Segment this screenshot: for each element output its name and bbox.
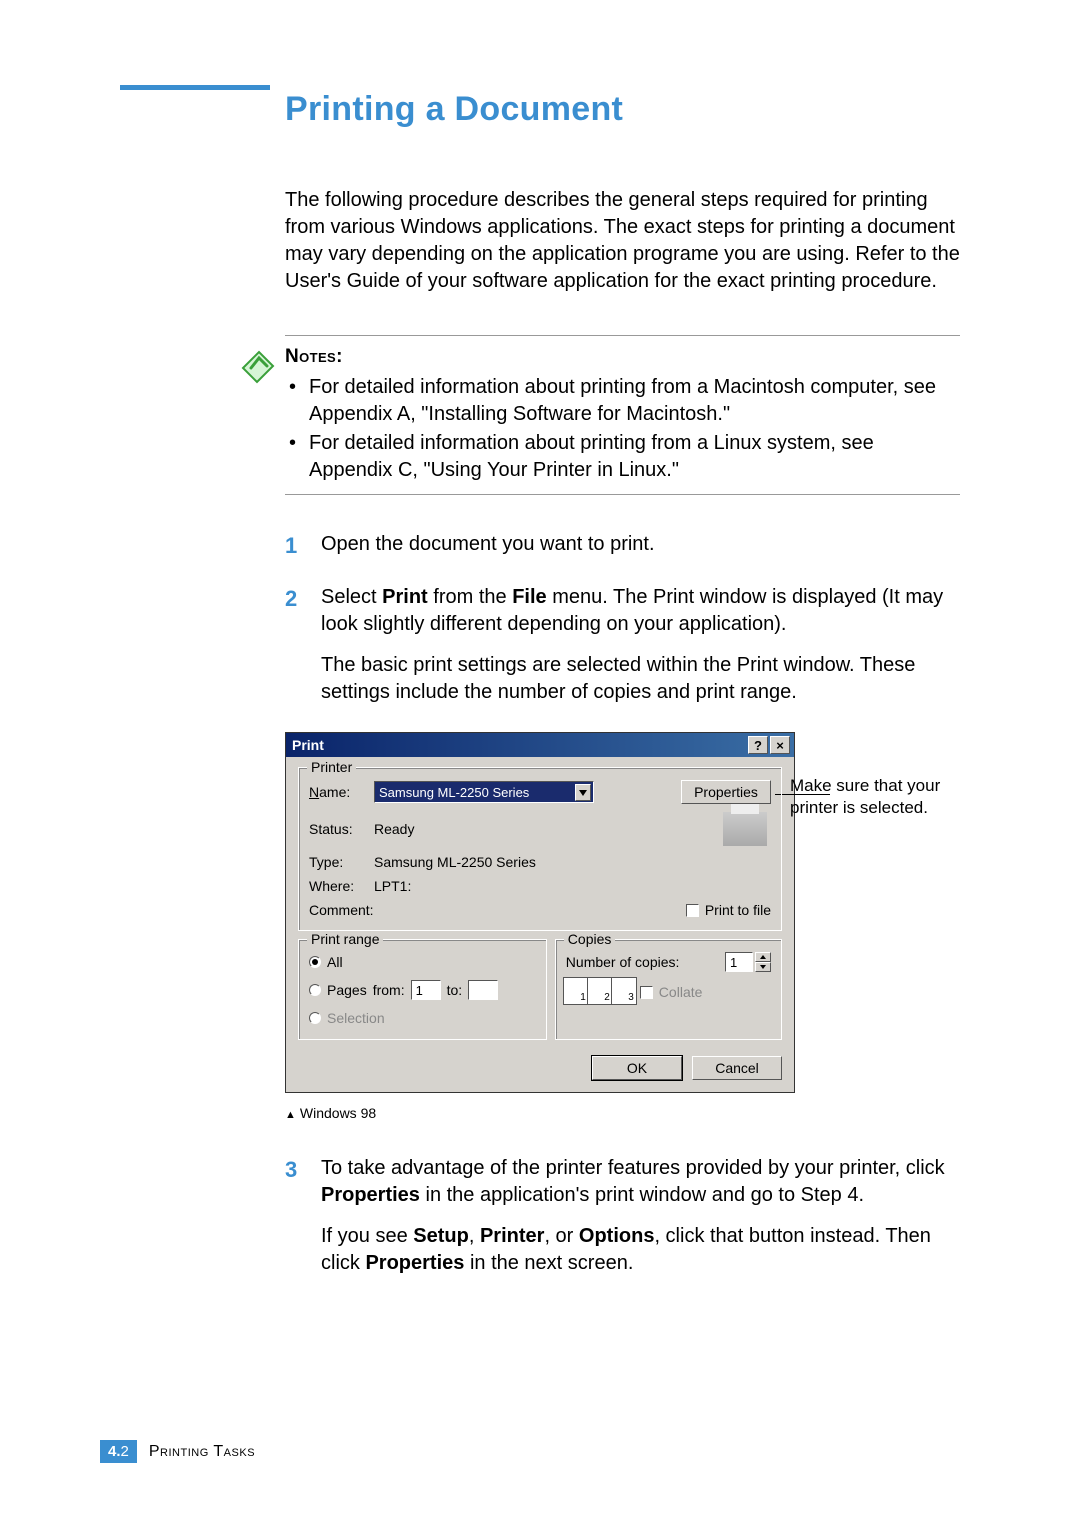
page-footer: 4.2 Printing Tasks [100, 1440, 255, 1463]
printer-selected-callout: Make sure that your printer is selected. [790, 775, 975, 819]
where-label: Where: [309, 878, 374, 894]
notes-divider-top [285, 335, 960, 336]
print-range-group: Print range All Pages [298, 939, 547, 1040]
copies-legend: Copies [564, 931, 616, 947]
notes-divider-bottom [285, 494, 960, 495]
dialog-title-text: Print [292, 737, 746, 753]
help-icon[interactable]: ? [748, 736, 768, 754]
notes-heading: Notes: [285, 346, 960, 368]
ok-button[interactable]: OK [592, 1056, 682, 1080]
status-label: Status: [309, 821, 374, 837]
checkbox-icon [640, 986, 653, 999]
note-icon [237, 344, 277, 384]
note-item: For detailed information about printing … [285, 430, 960, 484]
step-number-2: 2 [285, 584, 297, 614]
radio-icon [309, 984, 321, 996]
collate-preview-icon: 1 2 3 [566, 980, 634, 1004]
section-name: Printing Tasks [149, 1443, 255, 1461]
cancel-button[interactable]: Cancel [692, 1056, 782, 1080]
step-number-3: 3 [285, 1155, 297, 1185]
range-legend: Print range [307, 931, 383, 947]
range-all-radio[interactable]: All [309, 954, 343, 970]
copies-group: Copies Number of copies: 1 [555, 939, 782, 1040]
status-value: Ready [374, 821, 414, 837]
print-dialog: Print ? × Printer Name: Samsung ML-2250 … [285, 732, 795, 1093]
printer-legend: Printer [307, 759, 356, 775]
note-item: For detailed information about printing … [285, 374, 960, 428]
heading-accent-rule [120, 85, 270, 90]
figure-caption: ▲Windows 98 [285, 1105, 885, 1121]
range-selection-radio: Selection [309, 1010, 385, 1026]
to-input[interactable] [468, 980, 498, 1000]
checkbox-icon [686, 904, 699, 917]
print-to-file-checkbox[interactable]: Print to file [686, 902, 771, 918]
spin-up-icon[interactable] [755, 952, 771, 962]
radio-icon [309, 956, 321, 968]
chevron-down-icon[interactable] [575, 784, 591, 801]
step-number-1: 1 [285, 531, 297, 561]
step-3b-text: If you see Setup, Printer, or Options, c… [321, 1223, 960, 1277]
page-number: 4.2 [100, 1440, 137, 1463]
type-label: Type: [309, 854, 374, 870]
properties-button[interactable]: Properties [681, 780, 771, 804]
range-pages-radio[interactable]: Pages [309, 982, 367, 998]
close-icon[interactable]: × [770, 736, 790, 754]
type-value: Samsung ML-2250 Series [374, 854, 536, 870]
step-3a-text: To take advantage of the printer feature… [321, 1155, 960, 1209]
comment-label: Comment: [309, 902, 374, 918]
step-2b-text: The basic print settings are selected wi… [321, 652, 960, 706]
step-1-text: Open the document you want to print. [321, 531, 960, 558]
collate-checkbox: Collate [640, 984, 703, 1000]
page-title: Printing a Document [285, 90, 960, 129]
intro-paragraph: The following procedure describes the ge… [285, 187, 960, 295]
spin-down-icon[interactable] [755, 962, 771, 972]
notes-list: For detailed information about printing … [285, 374, 960, 484]
where-value: LPT1: [374, 878, 411, 894]
step-2a-text: Select Print from the File menu. The Pri… [321, 584, 960, 638]
print-dialog-figure: Make sure that your printer is selected.… [285, 732, 885, 1121]
printer-group: Printer Name: Samsung ML-2250 Series Pro… [298, 767, 782, 931]
dialog-titlebar[interactable]: Print ? × [286, 733, 794, 757]
printer-icon [723, 812, 767, 846]
name-label: Name: [309, 784, 374, 800]
from-input[interactable]: 1 [411, 980, 441, 1000]
copies-spin[interactable]: 1 [725, 952, 771, 972]
radio-icon [309, 1012, 321, 1024]
printer-name-combo[interactable]: Samsung ML-2250 Series [374, 781, 594, 803]
